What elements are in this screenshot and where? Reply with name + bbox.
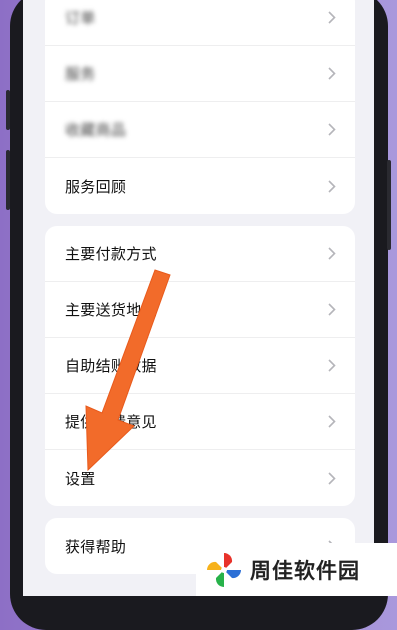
watermark: 周佳软件园 bbox=[196, 543, 397, 596]
chevron-right-icon bbox=[325, 359, 339, 373]
phone-screen: 订单 服务 收藏商品 服务回顾 主要付款方式 主要送货地址 自助结账数据 提供反… bbox=[23, 0, 374, 596]
chevron-right-icon bbox=[325, 471, 339, 485]
watermark-text: 周佳软件园 bbox=[250, 558, 360, 583]
phone-side-button bbox=[6, 90, 10, 130]
menu-item-settings[interactable]: 设置 bbox=[45, 450, 355, 506]
menu-item-label: 获得帮助 bbox=[65, 537, 127, 556]
chevron-right-icon bbox=[325, 11, 339, 25]
menu-item-feedback[interactable]: 提供反馈意见 bbox=[45, 394, 355, 450]
menu-item-label: 收藏商品 bbox=[65, 121, 127, 139]
menu-item-label: 主要付款方式 bbox=[65, 245, 157, 263]
menu-item-label: 服务回顾 bbox=[65, 177, 127, 196]
menu-item-label: 自助结账数据 bbox=[65, 357, 157, 375]
phone-side-button bbox=[6, 150, 10, 210]
menu-item-services[interactable]: 服务 bbox=[45, 46, 355, 102]
menu-item-favorites[interactable]: 收藏商品 bbox=[45, 102, 355, 158]
menu-item-shipping-address[interactable]: 主要送货地址 bbox=[45, 282, 355, 338]
menu-item-orders[interactable]: 订单 bbox=[45, 0, 355, 46]
menu-item-service-review[interactable]: 服务回顾 bbox=[45, 158, 355, 214]
menu-item-self-checkout-data[interactable]: 自助结账数据 bbox=[45, 338, 355, 394]
chevron-right-icon bbox=[325, 415, 339, 429]
pinwheel-logo-icon bbox=[206, 552, 242, 587]
phone-side-button bbox=[387, 160, 391, 250]
chevron-right-icon bbox=[325, 123, 339, 137]
chevron-right-icon bbox=[325, 303, 339, 317]
menu-item-label: 服务 bbox=[65, 65, 96, 83]
menu-item-payment-method[interactable]: 主要付款方式 bbox=[45, 226, 355, 282]
menu-group-account: 订单 服务 收藏商品 服务回顾 bbox=[45, 0, 355, 214]
menu-item-label: 提供反馈意见 bbox=[65, 413, 157, 431]
menu-item-label: 主要送货地址 bbox=[65, 301, 157, 319]
menu-item-label: 订单 bbox=[65, 9, 96, 27]
chevron-right-icon bbox=[325, 67, 339, 81]
menu-item-label: 设置 bbox=[65, 469, 96, 488]
chevron-right-icon bbox=[325, 179, 339, 193]
menu-group-preferences: 主要付款方式 主要送货地址 自助结账数据 提供反馈意见 设置 bbox=[45, 226, 355, 506]
chevron-right-icon bbox=[325, 247, 339, 261]
